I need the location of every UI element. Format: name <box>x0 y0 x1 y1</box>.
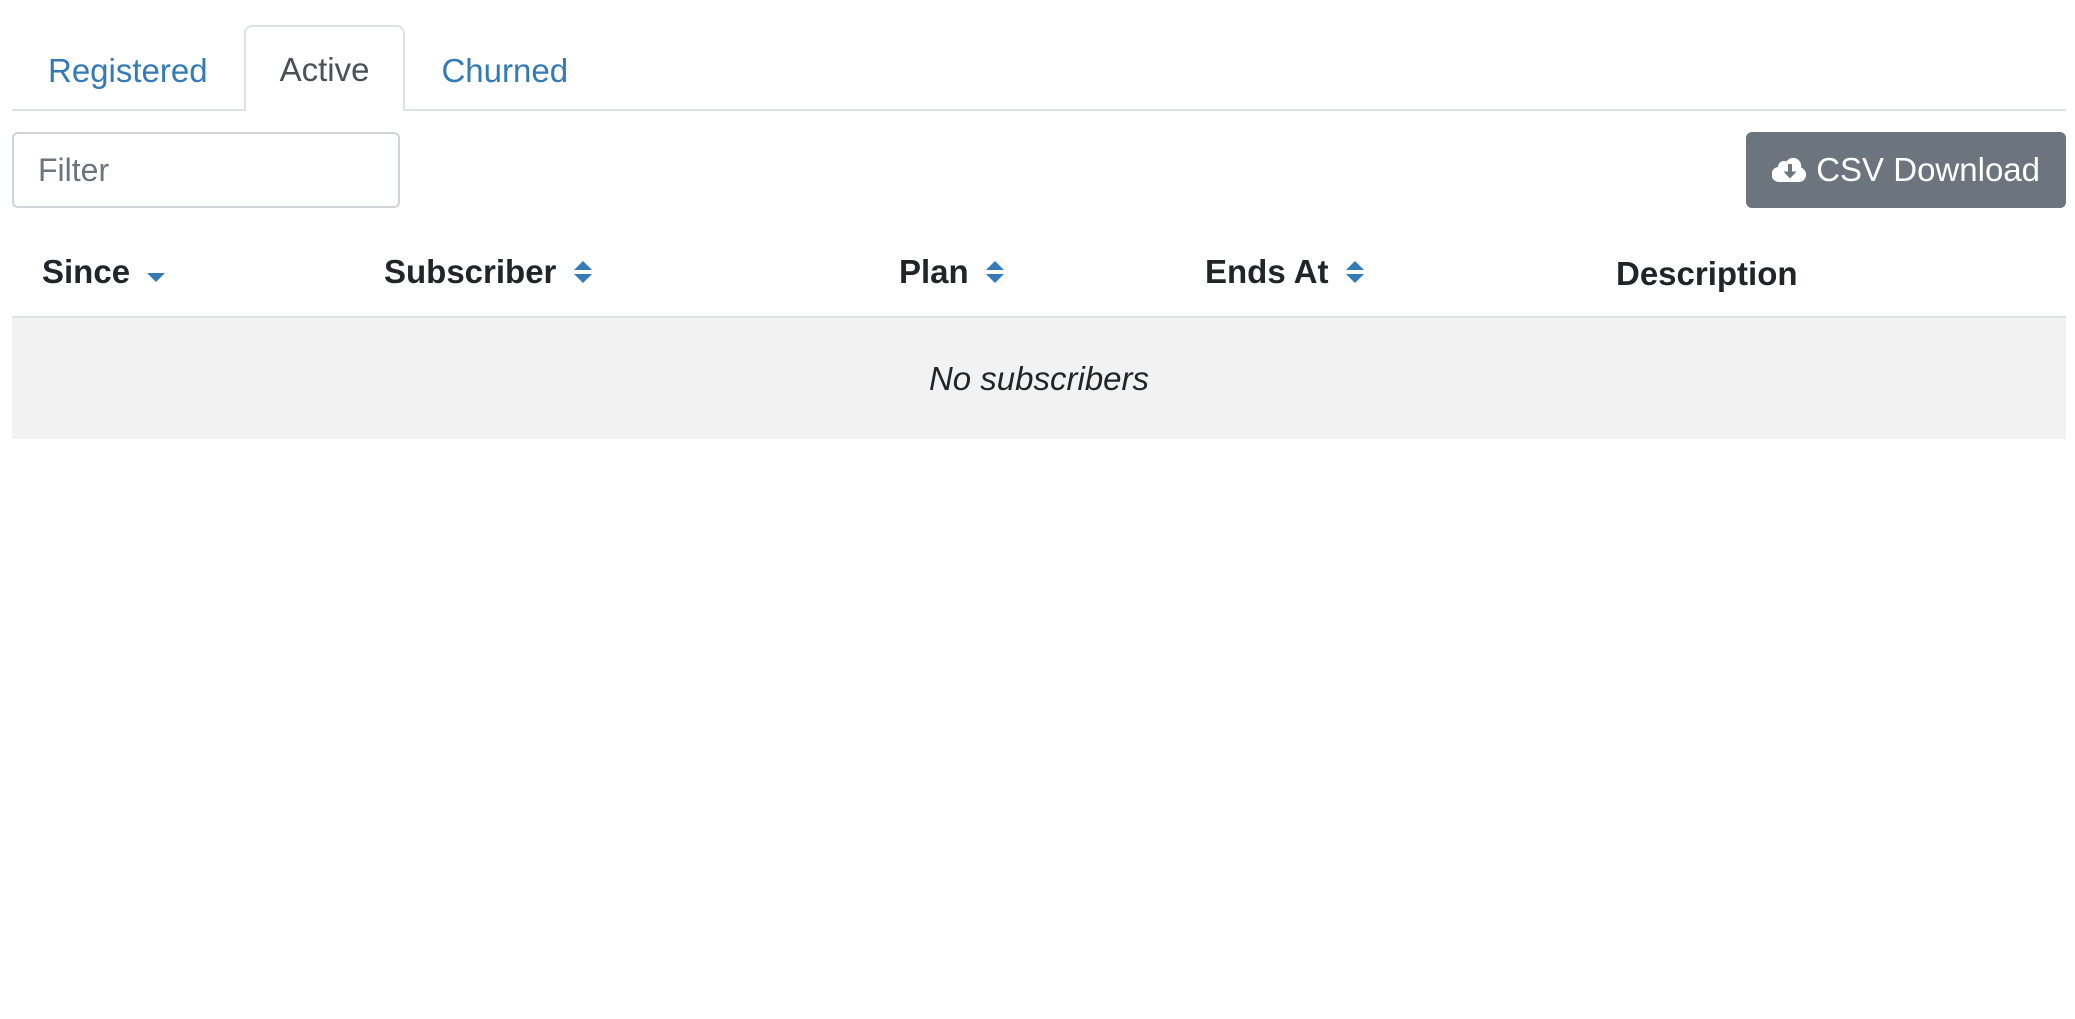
sort-icon[interactable] <box>1344 256 1366 294</box>
filter-input[interactable] <box>12 132 400 208</box>
table-header-row: Since Subscriber Plan Ends At Descriptio… <box>12 231 2066 318</box>
column-subscriber-label: Subscriber <box>384 253 557 291</box>
column-since[interactable]: Since <box>12 231 354 318</box>
column-plan-label: Plan <box>899 253 969 291</box>
column-description: Description <box>1586 231 2066 318</box>
tab-bar: Registered Active Churned <box>12 0 2066 111</box>
column-description-label: Description <box>1616 254 1798 292</box>
column-ends-at[interactable]: Ends At <box>1175 231 1586 318</box>
empty-row: No subscribers <box>12 317 2066 439</box>
empty-message: No subscribers <box>12 317 2066 439</box>
sort-icon[interactable] <box>984 256 1006 294</box>
toolbar: CSV Download <box>12 111 2066 231</box>
column-plan[interactable]: Plan <box>869 231 1175 318</box>
column-since-label: Since <box>42 253 131 291</box>
sort-descending-icon[interactable] <box>145 256 167 294</box>
column-ends-at-label: Ends At <box>1205 253 1329 291</box>
subscribers-table: Since Subscriber Plan Ends At Descriptio… <box>12 231 2066 439</box>
tab-active[interactable]: Active <box>243 25 406 111</box>
subscribers-panel: Registered Active Churned CSV Download S… <box>12 0 2066 439</box>
csv-download-label: CSV Download <box>1816 151 2040 188</box>
tab-registered[interactable]: Registered <box>12 27 244 111</box>
cloud-download-icon <box>1772 155 1808 185</box>
csv-download-button[interactable]: CSV Download <box>1746 132 2066 208</box>
tab-churned[interactable]: Churned <box>405 27 604 111</box>
column-subscriber[interactable]: Subscriber <box>354 231 869 318</box>
sort-icon[interactable] <box>572 256 594 294</box>
